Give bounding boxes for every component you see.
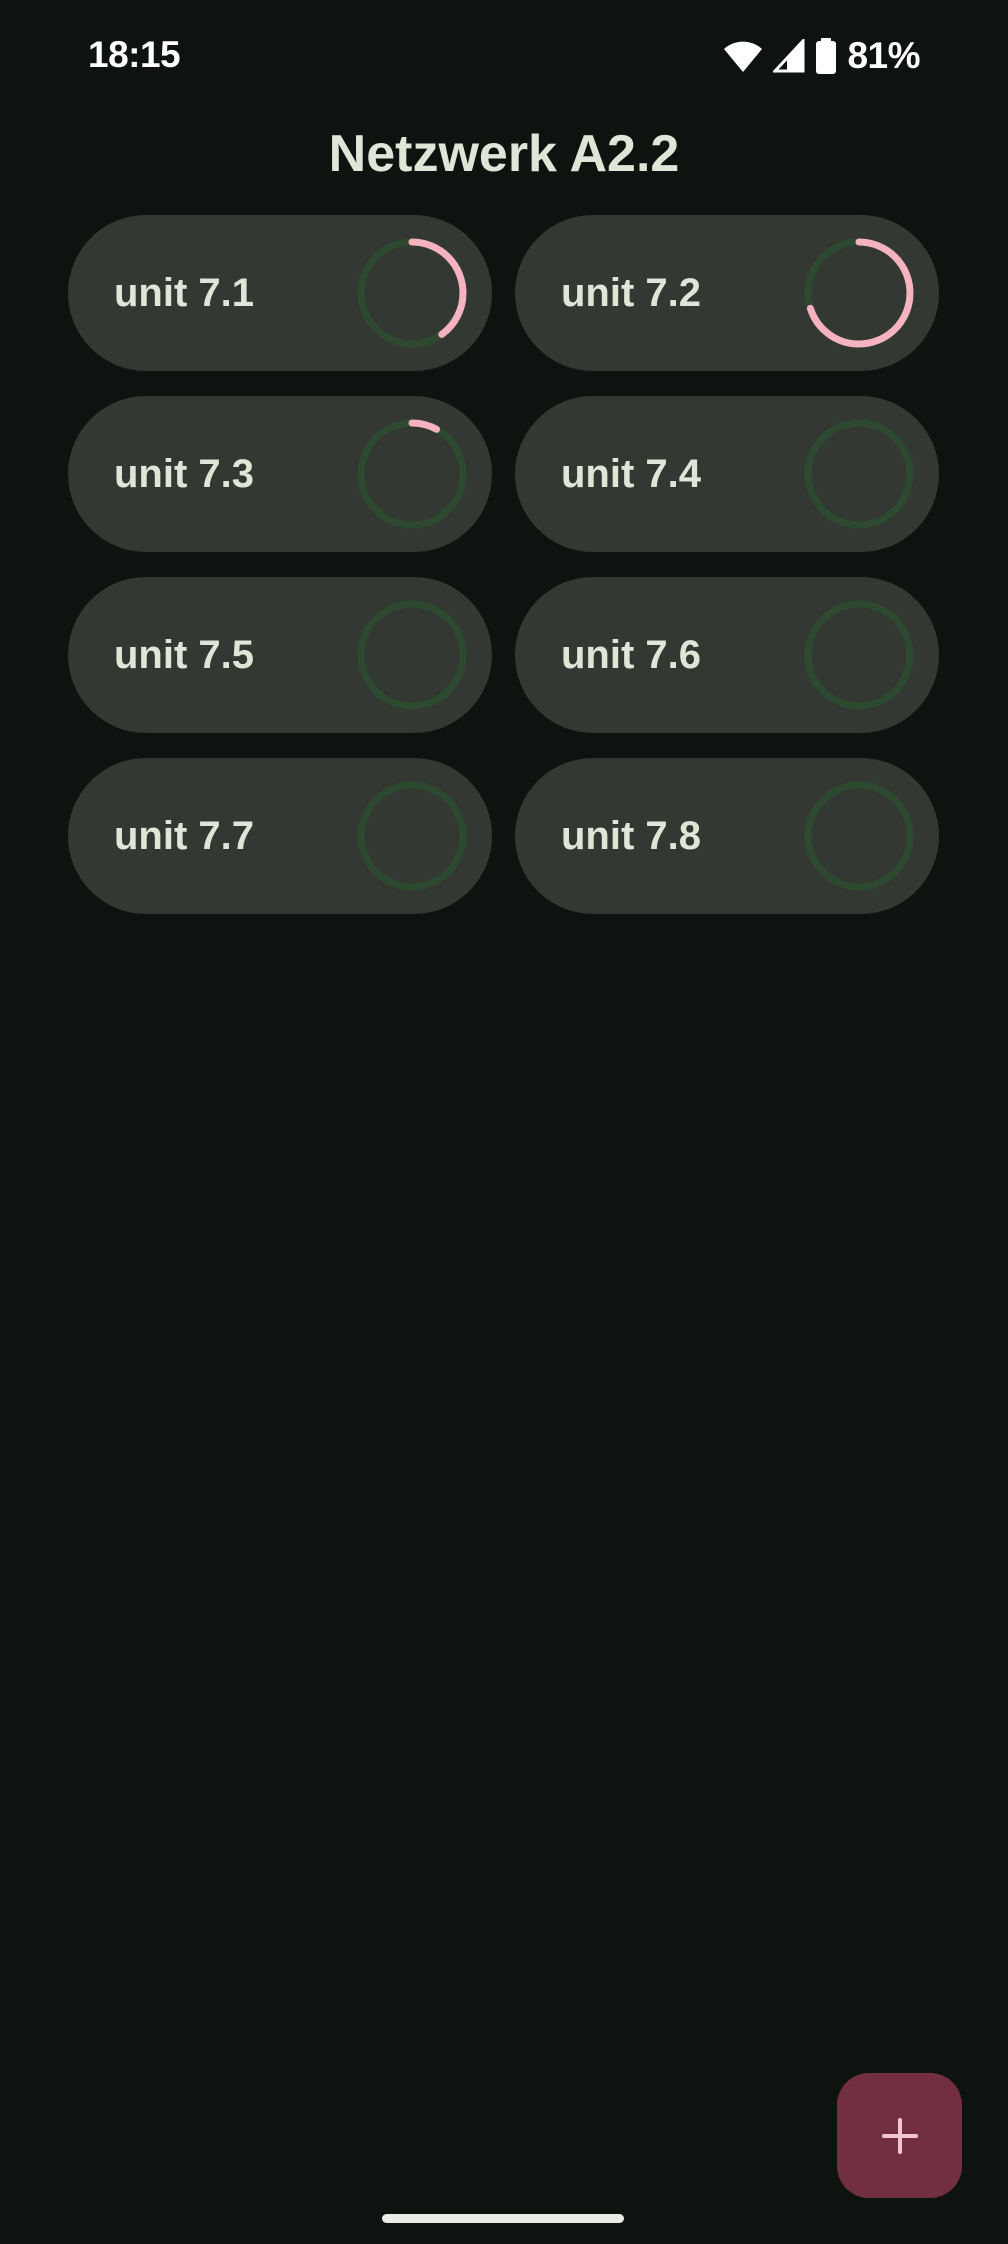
- status-time: 18:15: [88, 34, 181, 75]
- unit-label: unit 7.7: [114, 814, 255, 858]
- unit-card[interactable]: unit 7.6: [515, 577, 939, 733]
- unit-progress-ring: [804, 238, 914, 348]
- unit-card[interactable]: unit 7.1: [68, 215, 492, 371]
- unit-card[interactable]: unit 7.3: [68, 396, 492, 552]
- progress-track: [357, 600, 467, 710]
- status-icons: 81%: [723, 34, 920, 78]
- unit-card[interactable]: unit 7.5: [68, 577, 492, 733]
- plus-icon: [881, 2117, 918, 2154]
- unit-card[interactable]: unit 7.7: [68, 758, 492, 914]
- unit-label: unit 7.4: [561, 452, 702, 496]
- unit-label: unit 7.8: [561, 814, 702, 858]
- unit-card[interactable]: unit 7.2: [515, 215, 939, 371]
- unit-progress-ring: [804, 781, 914, 891]
- progress-track: [357, 781, 467, 891]
- page-title: Netzwerk A2.2: [328, 125, 680, 183]
- battery-percentage: 81%: [847, 35, 920, 76]
- home-indicator[interactable]: [382, 2214, 624, 2223]
- progress-track: [804, 419, 914, 529]
- unit-progress-ring: [357, 781, 467, 891]
- unit-progress-ring: [804, 419, 914, 529]
- cellular-signal-icon: [773, 39, 805, 73]
- progress-track: [804, 781, 914, 891]
- unit-progress-ring: [357, 600, 467, 710]
- wifi-icon: [724, 41, 763, 72]
- unit-label: unit 7.5: [114, 633, 255, 677]
- unit-label: unit 7.1: [114, 271, 255, 315]
- unit-card[interactable]: unit 7.8: [515, 758, 939, 914]
- status-bar: 18:15 81%: [0, 0, 1008, 110]
- unit-progress-ring: [357, 419, 467, 529]
- progress-track: [357, 419, 467, 529]
- add-unit-button[interactable]: [837, 2073, 962, 2198]
- unit-label: unit 7.2: [561, 271, 702, 315]
- progress-track: [804, 600, 914, 710]
- unit-label: unit 7.6: [561, 633, 702, 677]
- battery-icon: [816, 38, 837, 74]
- unit-card[interactable]: unit 7.4: [515, 396, 939, 552]
- unit-progress-ring: [804, 600, 914, 710]
- unit-label: unit 7.3: [114, 452, 255, 496]
- unit-progress-ring: [357, 238, 467, 348]
